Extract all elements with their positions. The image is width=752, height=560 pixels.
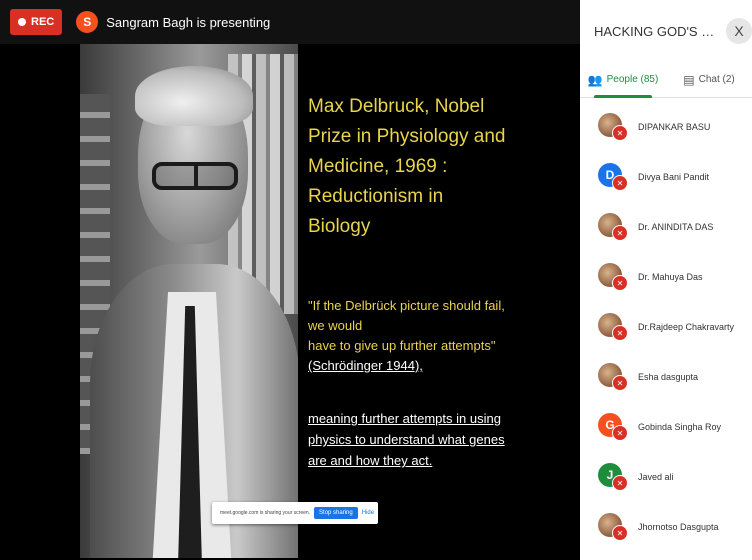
portrait-photo [80, 44, 298, 558]
mic-muted-icon: ✕ [612, 125, 628, 141]
mic-muted-icon: ✕ [612, 475, 628, 491]
mic-muted-icon: ✕ [612, 325, 628, 341]
avatar-wrap: ✕ [598, 363, 628, 391]
avatar-wrap: ✕ [598, 513, 628, 541]
shared-screen-slide: Max Delbruck, Nobel Prize in Physiology … [80, 44, 518, 558]
mic-muted-icon: ✕ [612, 175, 628, 191]
tab-people-label: People (85) [606, 74, 659, 85]
mic-muted-icon: ✕ [612, 225, 628, 241]
hide-button[interactable]: Hide [362, 510, 374, 516]
share-notice: meet.google.com is sharing your screen. [220, 510, 311, 516]
screen-share-bar: meet.google.com is sharing your screen. … [212, 502, 378, 524]
recording-badge: REC [10, 9, 63, 35]
tab-chat[interactable]: ▤ Chat (2) [666, 62, 752, 97]
participants-list: ✕ DIPANKAR BASU D ✕ Divya Bani Pandit ✕ Dr. AN… [580, 102, 752, 552]
participant-row[interactable]: D ✕ Divya Bani Pandit [580, 152, 752, 202]
slide-title: Max Delbruck, Nobel Prize in Physiology … [308, 96, 506, 237]
quote-citation: (Schrödinger 1944), [308, 358, 423, 373]
presenter-avatar: S [76, 11, 99, 33]
avatar-wrap: ✕ [598, 313, 628, 341]
participant-row[interactable]: ✕ Dr. Mahuya Das [580, 252, 752, 302]
avatar-wrap: ✕ [598, 213, 628, 241]
participant-row[interactable]: J ✕ Javed ali [580, 452, 752, 502]
meeting-title: HACKING GOD'S OWN PRO... [594, 23, 720, 39]
stop-sharing-button[interactable]: Stop sharing [314, 507, 358, 519]
participant-row[interactable]: ✕ Dr.Rajdeep Chakravarty [580, 302, 752, 352]
quote-line-1: "If the Delbrück picture should fail, we… [308, 298, 505, 333]
chat-icon: ▤ [683, 72, 695, 87]
people-icon: 👥 [587, 72, 603, 87]
side-panel: HACKING GOD'S OWN PRO... X 👥 People (85)… [580, 0, 752, 560]
avatar-wrap: D ✕ [598, 163, 628, 191]
panel-tabs: 👥 People (85) ▤ Chat (2) [580, 62, 752, 98]
mic-muted-icon: ✕ [612, 425, 628, 441]
participant-name: Javed ali [638, 472, 674, 482]
participant-name: Dr. ANINDITA DAS [638, 222, 714, 232]
tab-chat-label: Chat (2) [698, 74, 735, 85]
mic-muted-icon: ✕ [612, 525, 628, 541]
record-dot-icon [18, 18, 26, 26]
participant-name: Dr.Rajdeep Chakravarty [638, 322, 735, 332]
participant-name: Divya Bani Pandit [638, 172, 710, 182]
slide-meaning: meaning further attempts in using physic… [308, 411, 505, 468]
presenter-status: Sangram Bagh is presenting [106, 14, 271, 30]
mic-muted-icon: ✕ [612, 375, 628, 391]
recording-label: REC [31, 16, 55, 28]
avatar-wrap: J ✕ [598, 463, 628, 491]
meeting-topbar: REC S Sangram Bagh is presenting [0, 0, 580, 44]
participant-name: DIPANKAR BASU [638, 122, 711, 132]
participant-name: Jhornotso Dasgupta [638, 522, 719, 532]
tab-people[interactable]: 👥 People (85) [580, 62, 666, 98]
close-panel-button[interactable]: X [726, 18, 752, 44]
avatar-wrap: G ✕ [598, 413, 628, 441]
participant-name: Dr. Mahuya Das [638, 272, 703, 282]
panel-header: HACKING GOD'S OWN PRO... X [580, 0, 752, 62]
avatar-wrap: ✕ [598, 113, 628, 141]
slide-quote: "If the Delbrück picture should fail, we… [308, 296, 514, 376]
participant-name: Esha dasgupta [638, 372, 699, 382]
participant-row[interactable]: G ✕ Gobinda Singha Roy [580, 402, 752, 452]
participant-row[interactable]: ✕ Jhornotso Dasgupta [580, 502, 752, 552]
participant-row[interactable]: ✕ DIPANKAR BASU [580, 102, 752, 152]
participant-name: Gobinda Singha Roy [638, 422, 722, 432]
participant-row[interactable]: ✕ Esha dasgupta [580, 352, 752, 402]
avatar-wrap: ✕ [598, 263, 628, 291]
quote-line-2: have to give up further attempts" [308, 338, 496, 353]
mic-muted-icon: ✕ [612, 275, 628, 291]
participant-row[interactable]: ✕ Dr. ANINDITA DAS [580, 202, 752, 252]
